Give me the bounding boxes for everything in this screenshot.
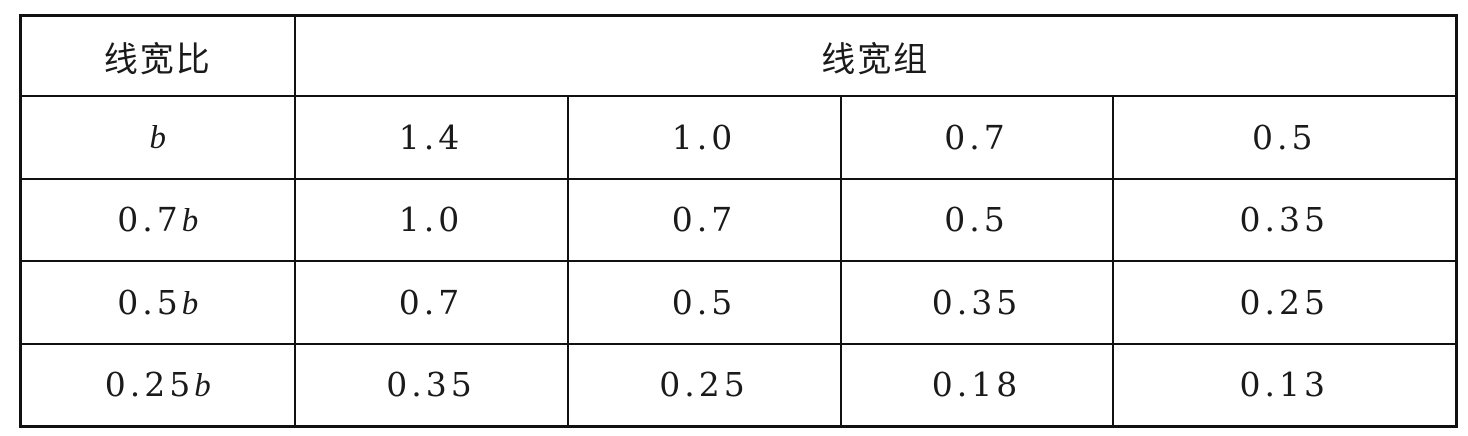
table-cell: 0.25: [1111, 260, 1458, 345]
table-cell: 0.35: [293, 342, 569, 428]
table-cell: 0.7: [566, 177, 842, 263]
table-cell: 0.7: [839, 95, 1114, 180]
ratio-cell: b: [19, 95, 296, 180]
table-cell: 0.18: [839, 342, 1114, 428]
ratio-cell: 0.7b: [19, 177, 296, 263]
table-row: 0.25b 0.35 0.25 0.18 0.13: [19, 342, 1458, 428]
ratio-cell: 0.25b: [19, 342, 296, 428]
table-cell: 0.25: [566, 342, 842, 428]
table-cell: 0.5: [1111, 95, 1458, 180]
table-cell: 0.35: [1111, 177, 1458, 263]
table-header-row: 线宽比 线宽组: [19, 14, 1458, 98]
ratio-number: 0.25: [104, 364, 195, 404]
ratio-cell: 0.5b: [19, 260, 296, 345]
ratio-number: 0.7: [117, 199, 182, 239]
table-cell: 1.4: [293, 95, 569, 180]
ratio-header: 线宽比: [19, 14, 296, 98]
line-width-table: 线宽比 线宽组 b 1.4 1.0 0.7 0.5 0.7b 1.0 0.7 0…: [19, 14, 1458, 428]
ratio-variable: b: [181, 285, 199, 322]
ratio-variable: b: [181, 202, 199, 239]
table-cell: 0.35: [839, 260, 1114, 345]
group-header: 线宽组: [293, 14, 1458, 98]
table-row: 0.5b 0.7 0.5 0.35 0.25: [19, 260, 1458, 345]
table-row: b 1.4 1.0 0.7 0.5: [19, 95, 1458, 180]
ratio-variable: b: [194, 367, 211, 404]
table-row: 0.7b 1.0 0.7 0.5 0.35: [19, 177, 1458, 263]
table-cell: 0.7: [293, 260, 569, 345]
ratio-number: 0.5: [117, 282, 182, 322]
table-cell: 1.0: [293, 177, 569, 263]
table-cell: 0.5: [839, 177, 1114, 263]
table-cell: 0.13: [1111, 342, 1458, 428]
ratio-variable: b: [149, 120, 167, 157]
table-cell: 0.5: [566, 260, 842, 345]
table-cell: 1.0: [566, 95, 842, 180]
